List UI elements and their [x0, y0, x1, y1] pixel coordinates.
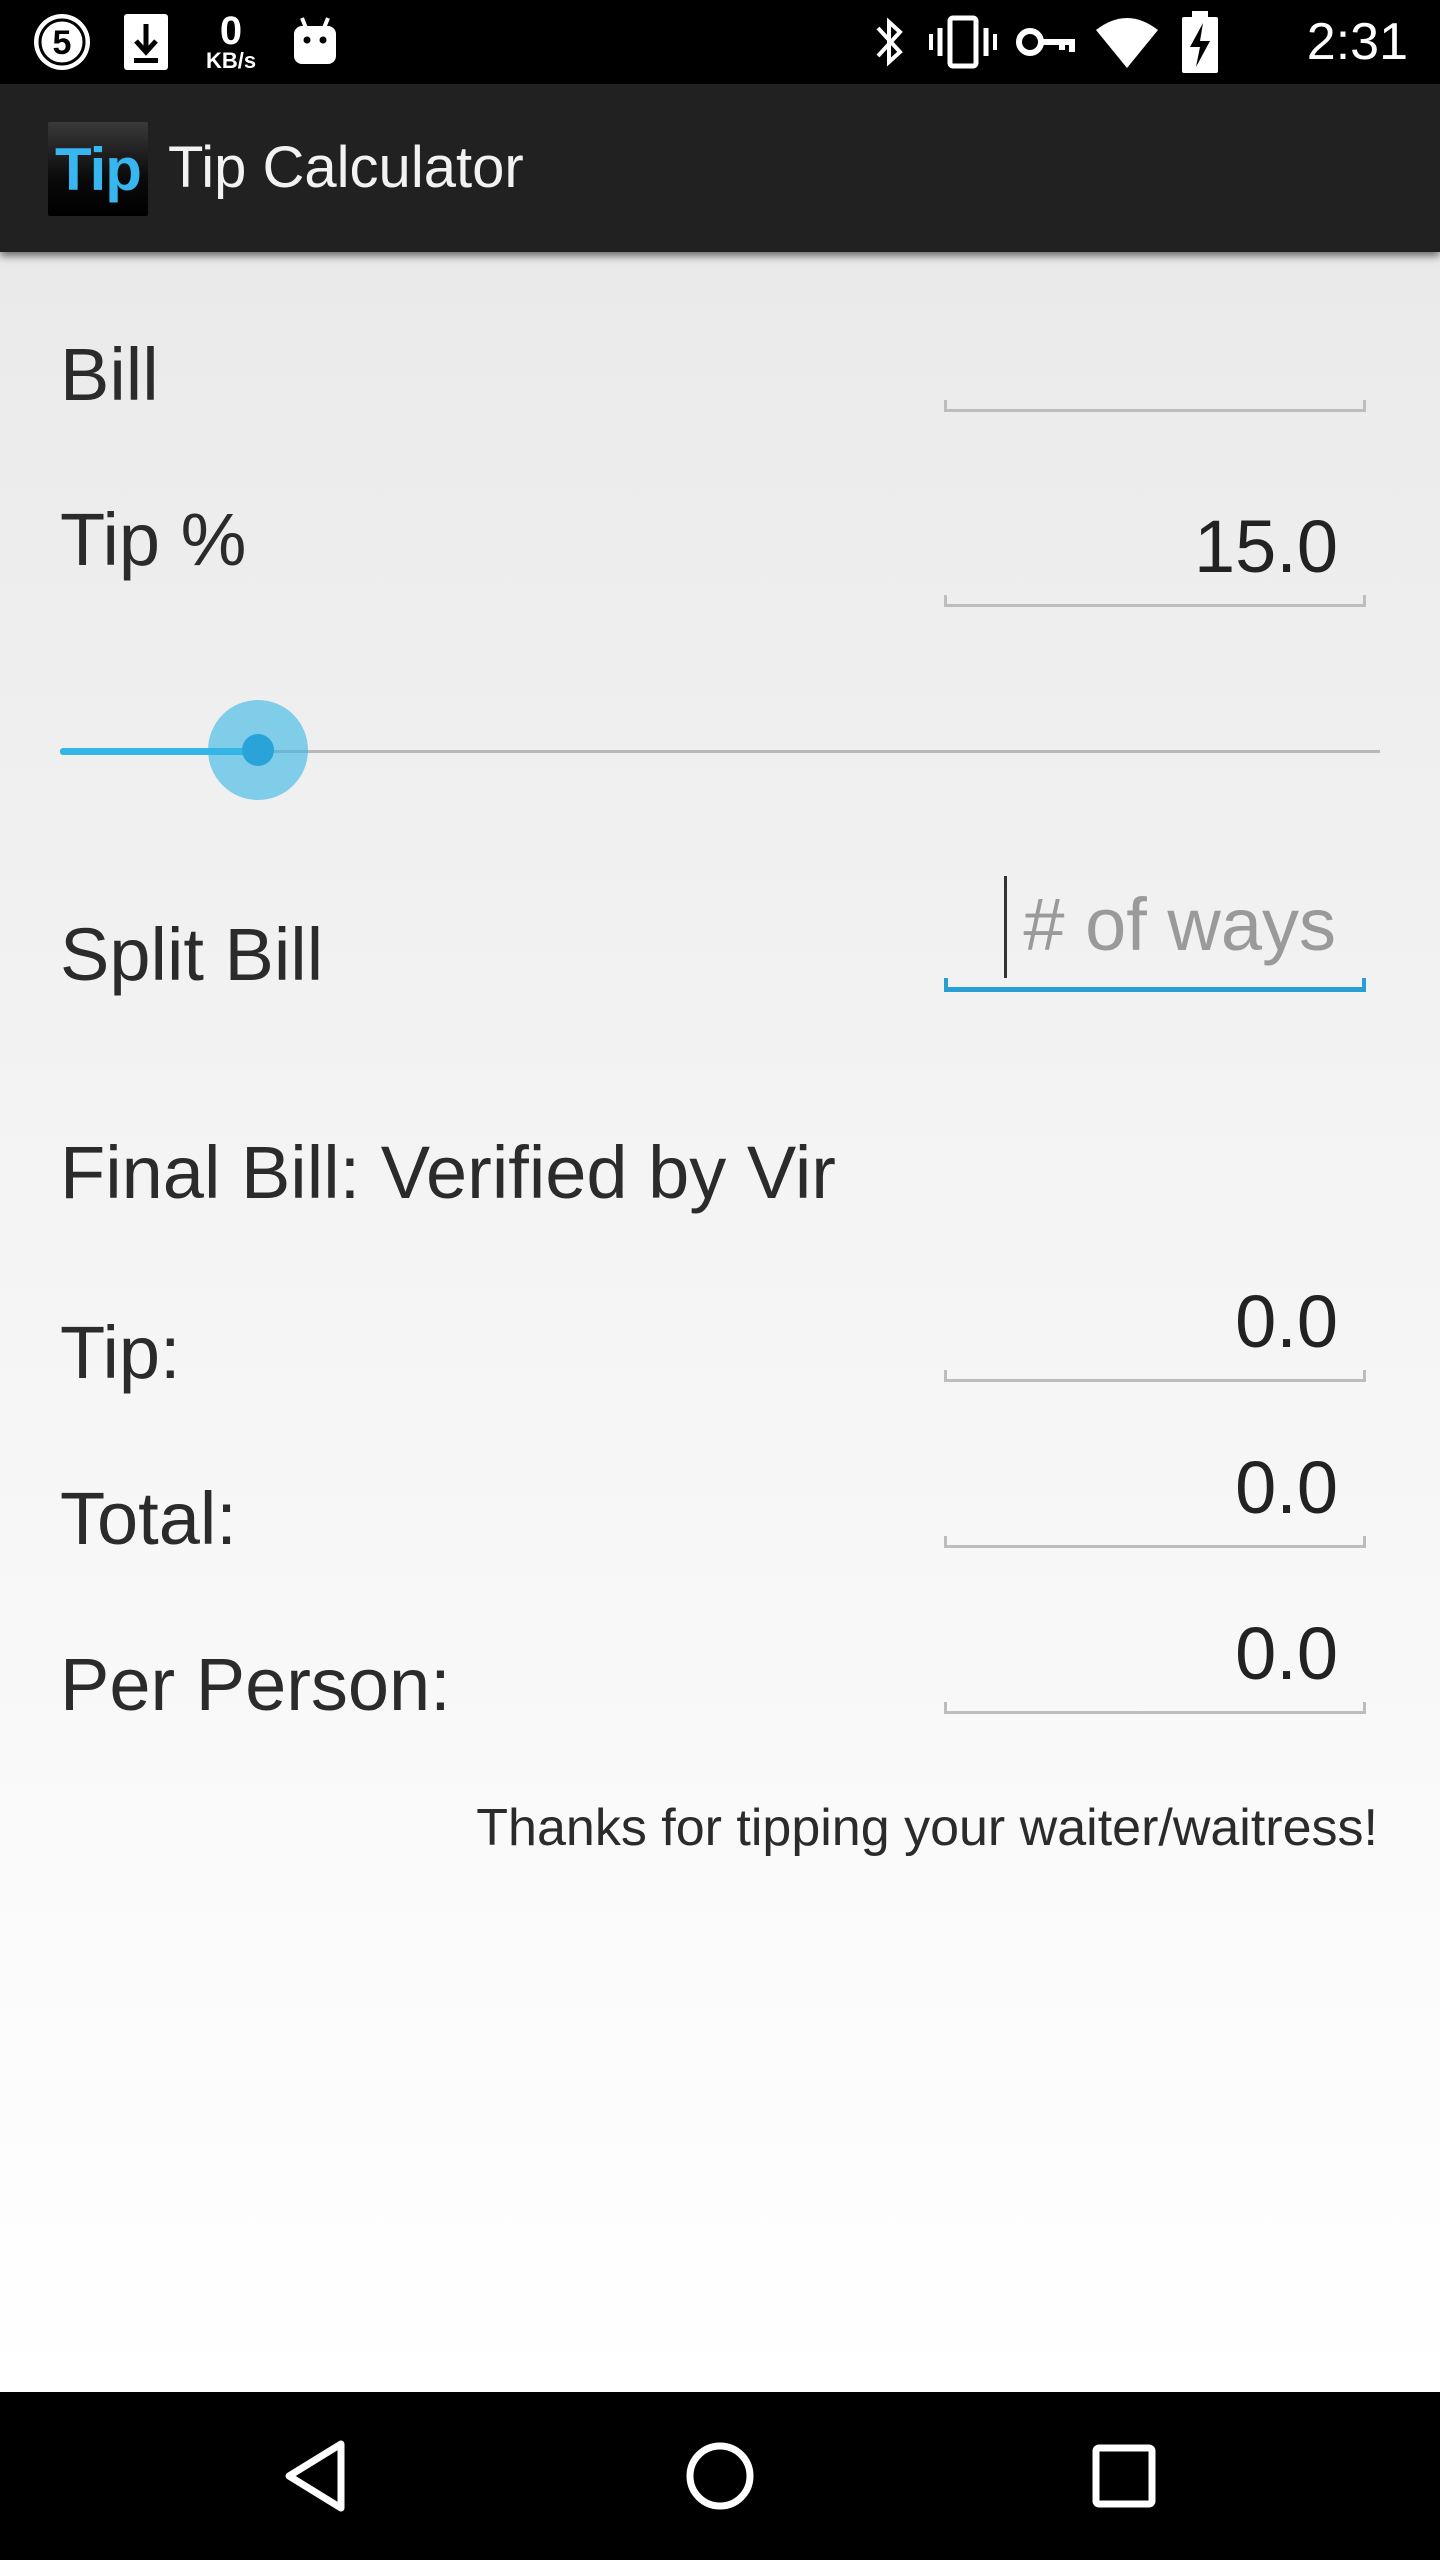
tip-calculator-form: Bill Tip % 15.0 Split Bill # of ways Fin… [0, 252, 1440, 2392]
svg-text:5: 5 [53, 24, 72, 62]
net-speed-indicator: 0 KB/s [198, 0, 264, 84]
download-icon [120, 0, 172, 84]
status-time: 2:31 [1306, 13, 1408, 71]
tip-percent-label: Tip % [60, 498, 247, 581]
bluetooth-icon [870, 0, 910, 84]
vibrate-icon [928, 0, 998, 84]
split-bill-label: Split Bill [60, 913, 324, 996]
tip-result-field[interactable]: 0.0 [944, 1272, 1366, 1382]
app-logo-text: Tip [55, 135, 142, 203]
recents-icon [1092, 2444, 1156, 2508]
net-speed-value: 0 [219, 9, 243, 53]
back-button[interactable] [206, 2392, 426, 2560]
tip-percent-slider[interactable] [60, 700, 1380, 800]
home-button[interactable] [610, 2392, 830, 2560]
back-icon [285, 2440, 345, 2512]
net-speed-unit: KB/s [205, 48, 257, 73]
status-bar: 5 0 KB/s 2:31 [0, 0, 1440, 84]
action-bar: Tip Tip Calculator [0, 84, 1440, 252]
battery-charging-icon [1180, 0, 1220, 84]
wifi-icon [1094, 0, 1160, 84]
recents-button[interactable] [1014, 2392, 1234, 2560]
per-person-result-field[interactable]: 0.0 [944, 1604, 1366, 1714]
per-person-result-label: Per Person: [60, 1643, 451, 1726]
home-icon [686, 2442, 754, 2510]
split-ways-placeholder: # of ways [1023, 883, 1336, 966]
final-bill-heading: Final Bill: Verified by Vir [60, 1131, 836, 1214]
thanks-note: Thanks for tipping your waiter/waitress! [476, 1799, 1378, 1857]
slider-thumb-center [242, 734, 274, 766]
slider-thumb[interactable] [208, 700, 308, 800]
navigation-bar [0, 2392, 1440, 2560]
total-result-label: Total: [60, 1477, 237, 1560]
bill-label: Bill [60, 333, 159, 416]
android-icon [290, 0, 340, 84]
five-badge-icon: 5 [30, 0, 94, 84]
split-ways-input[interactable]: # of ways [944, 862, 1366, 992]
tip-percent-input[interactable]: 15.0 [944, 497, 1366, 607]
vpn-key-icon [1016, 0, 1076, 84]
text-cursor [1004, 876, 1007, 978]
tip-result-label: Tip: [60, 1311, 181, 1394]
bill-input[interactable] [944, 332, 1366, 412]
total-result-field[interactable]: 0.0 [944, 1438, 1366, 1548]
app-title: Tip Calculator [168, 135, 524, 200]
app-logo-icon[interactable]: Tip [48, 122, 148, 216]
